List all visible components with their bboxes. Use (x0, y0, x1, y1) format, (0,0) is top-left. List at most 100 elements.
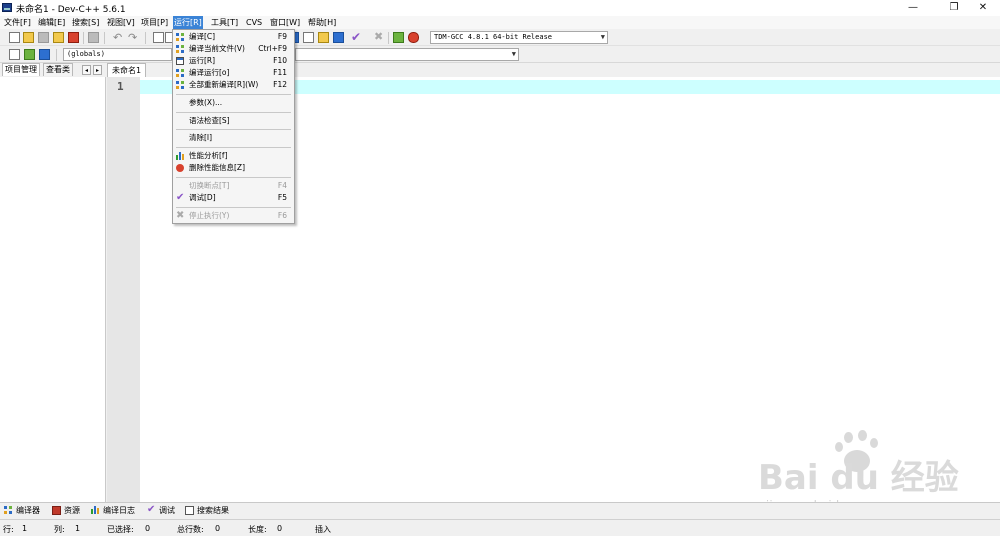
search-results-icon (185, 506, 194, 515)
tab-label: 资源 (64, 506, 80, 515)
rebuild-grid-icon (176, 81, 184, 89)
run-menu-debug[interactable]: ✔ 调试[D] F5 (173, 192, 294, 204)
menu-file[interactable]: 文件[F] (3, 16, 32, 29)
resources-icon (52, 506, 61, 515)
menu-help[interactable]: 帮助[H] (307, 16, 337, 29)
function-select[interactable]: ▼ (295, 48, 519, 61)
status-row-value: 1 (22, 524, 28, 533)
run-menu-toggle-breakpoint[interactable]: 切换断点[T] F4 (173, 180, 294, 192)
status-row-label: 行: (3, 525, 14, 534)
print-icon[interactable] (88, 32, 99, 43)
menu-item-label: 清除[I] (189, 133, 213, 142)
status-length-label: 长度: (248, 525, 267, 534)
compile-run-icon[interactable] (318, 32, 329, 43)
run-menu-clean[interactable]: 清除[I] (173, 132, 294, 144)
run-menu-compile[interactable]: 编译[C] F9 (173, 31, 294, 43)
menu-item-label: 切换断点[T] (189, 181, 230, 190)
bookmark-icon[interactable] (24, 49, 35, 60)
find-icon[interactable] (153, 32, 164, 43)
stop-x-icon[interactable]: ✖ (374, 30, 383, 43)
run-menu-delete-profile[interactable]: 删除性能信息[Z] (173, 162, 294, 174)
menu-separator (176, 94, 291, 95)
tab-label: 调试 (159, 506, 175, 515)
toolbar-separator (388, 32, 389, 44)
delete-profile-icon[interactable] (408, 32, 419, 43)
menu-item-label: 参数(X)... (189, 98, 223, 107)
menu-window[interactable]: 窗口[W] (269, 16, 301, 29)
open-file-icon[interactable] (23, 32, 34, 43)
tab-compile-log[interactable]: 编译日志 (91, 504, 135, 517)
toolbar-separator (83, 32, 84, 44)
tab-class-view[interactable]: 查看类 (43, 63, 73, 76)
tab-resources[interactable]: 资源 (52, 504, 80, 517)
tab-scroll-left-icon[interactable]: ◂ (82, 65, 91, 75)
run-menu-run[interactable]: 运行[R] F10 (173, 55, 294, 67)
menu-item-label: 语法检查[S] (189, 116, 230, 125)
tab-project-manager[interactable]: 项目管理 (2, 63, 40, 76)
menu-cvs[interactable]: CVS (245, 16, 263, 29)
close-button[interactable]: ✕ (966, 0, 1000, 16)
window-title: 未命名1 - Dev-C++ 5.6.1 (16, 5, 126, 15)
menu-separator (176, 177, 291, 178)
profile-chart-icon[interactable] (393, 32, 404, 43)
compile-log-chart-icon (91, 506, 100, 515)
app-icon (2, 3, 12, 12)
run-menu-parameters[interactable]: 参数(X)... (173, 97, 294, 109)
stop-x-icon: ✖ (176, 210, 185, 221)
run-menu-stop[interactable]: ✖ 停止执行(Y) F6 (173, 210, 294, 222)
menu-item-shortcut: F5 (277, 193, 287, 202)
compiler-grid-icon (4, 506, 13, 515)
menu-run[interactable]: 运行[R] (173, 16, 203, 29)
chevron-down-icon: ▼ (511, 50, 516, 58)
watermark-text: Bai du 经验 (758, 458, 959, 498)
menu-tools[interactable]: 工具[T] (210, 16, 239, 29)
menu-view[interactable]: 视图[V] (106, 16, 136, 29)
line-gutter (107, 77, 140, 502)
run-menu-compile-run[interactable]: 编译运行[o] F11 (173, 67, 294, 79)
menu-item-shortcut: F9 (277, 32, 287, 41)
chevron-down-icon: ▼ (600, 33, 605, 41)
editor-tab-untitled[interactable]: 未命名1 (107, 63, 147, 77)
minimize-button[interactable]: — (896, 0, 930, 16)
debug-check-icon[interactable]: ✔ (351, 30, 361, 44)
status-lines-label: 总行数: (177, 525, 204, 534)
menu-item-shortcut: Ctrl+F9 (258, 44, 287, 53)
run-menu-compile-current[interactable]: 编译当前文件(V) Ctrl+F9 (173, 43, 294, 55)
debug-check-icon: ✔ (176, 192, 185, 203)
run-icon[interactable] (303, 32, 314, 43)
status-col-value: 1 (75, 524, 81, 533)
undo-icon[interactable]: ↶ (113, 31, 122, 44)
toolbar-separator (104, 32, 105, 44)
goto-icon[interactable] (9, 49, 20, 60)
save-icon[interactable] (38, 32, 49, 43)
status-insert-mode: 插入 (315, 525, 331, 534)
menu-item-label: 删除性能信息[Z] (189, 163, 245, 172)
menu-edit[interactable]: 编辑[E] (37, 16, 66, 29)
tab-search-results[interactable]: 搜索结果 (185, 504, 229, 517)
tab-label: 编译器 (16, 506, 40, 515)
close-file-icon[interactable] (68, 32, 79, 43)
menu-item-label: 停止执行(Y) (189, 211, 230, 220)
scope-select[interactable]: (globals) (63, 48, 172, 61)
project-panel (0, 63, 106, 502)
save-all-icon[interactable] (53, 32, 64, 43)
menu-separator (176, 112, 291, 113)
rebuild-icon[interactable] (333, 32, 344, 43)
new-file-icon[interactable] (9, 32, 20, 43)
run-menu-rebuild-all[interactable]: 全部重新编译[R](W) F12 (173, 79, 294, 91)
menu-project[interactable]: 项目[P] (140, 16, 169, 29)
tab-compiler[interactable]: 编译器 (4, 504, 40, 517)
menu-separator (176, 129, 291, 130)
run-menu-syntax-check[interactable]: 语法检查[S] (173, 115, 294, 127)
compiler-select[interactable]: TDM-GCC 4.8.1 64-bit Release ▼ (430, 31, 608, 44)
menu-item-label: 调试[D] (189, 193, 216, 202)
menu-separator (176, 207, 291, 208)
tab-debug[interactable]: ✔ 调试 (147, 504, 175, 517)
delete-profile-bug-icon (176, 164, 184, 172)
menu-search[interactable]: 搜索[S] (71, 16, 100, 29)
tab-scroll-right-icon[interactable]: ▸ (93, 65, 102, 75)
class-browser-icon[interactable] (39, 49, 50, 60)
run-menu-profile[interactable]: 性能分析[f] (173, 150, 294, 162)
title-bar (0, 0, 1000, 16)
redo-icon[interactable]: ↷ (128, 31, 137, 44)
